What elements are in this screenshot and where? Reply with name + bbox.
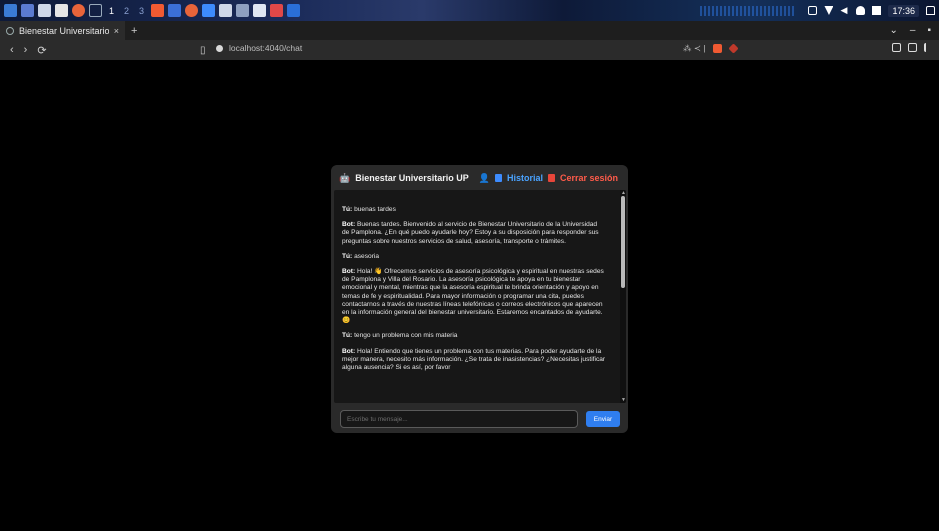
os-taskbar: 1 2 3 ◀ 17:36	[0, 0, 939, 21]
volume-icon[interactable]: ◀	[840, 6, 849, 15]
chat-card: 🤖 Bienestar Universitario UP 👤 Historial…	[331, 165, 628, 433]
wifi-icon[interactable]	[824, 6, 834, 15]
chat-scrollbar[interactable]: ▲ ▼	[620, 190, 626, 403]
send-button[interactable]: Enviar	[586, 411, 620, 427]
logout-link[interactable]: Cerrar sesión	[560, 173, 618, 183]
bookmark-icon[interactable]: ▯	[200, 45, 206, 56]
message-sender: Tú:	[342, 332, 353, 340]
chart-icon[interactable]	[202, 4, 216, 17]
docs-icon[interactable]	[168, 4, 182, 17]
chat-message: Tú: asesoria	[342, 253, 606, 261]
minimize-icon[interactable]: –	[910, 25, 916, 36]
chat-header: 🤖 Bienestar Universitario UP 👤 Historial…	[331, 165, 628, 191]
sidebar-icon[interactable]	[892, 43, 901, 52]
close-tab-icon[interactable]: ×	[114, 26, 119, 36]
tab-title: Bienestar Universitario	[19, 25, 109, 36]
message-sender: Tú:	[342, 206, 353, 213]
robot-icon: 🤖	[339, 172, 351, 183]
message-text: asesoria	[352, 252, 380, 260]
user-icon[interactable]: 👤	[474, 173, 490, 184]
back-icon[interactable]: ‹	[10, 44, 14, 57]
forward-icon[interactable]: ›	[24, 44, 28, 57]
favicon-icon	[6, 26, 14, 35]
calendar-icon[interactable]	[872, 6, 882, 15]
browser-tab-bar: Bienestar Universitario × + ⌄ – ▪	[0, 21, 939, 40]
start-icon[interactable]	[4, 4, 17, 17]
app-red-icon[interactable]	[270, 4, 284, 17]
battery-icon[interactable]	[808, 6, 818, 15]
app-grid-icon[interactable]	[21, 4, 34, 17]
chat-message: Tú: buenas tardes	[342, 206, 606, 214]
browser-address-bar: ‹ › ⟳ ▯ localhost:4040/chat ⁂ ≺ |	[0, 40, 939, 60]
firefox-icon-2[interactable]	[185, 4, 199, 17]
lock-icon[interactable]	[926, 6, 935, 15]
logout-book-icon[interactable]	[548, 174, 555, 182]
share-icon[interactable]: ⁂ ≺ |	[683, 43, 706, 54]
message-input[interactable]	[340, 410, 578, 428]
image-icon[interactable]	[219, 4, 233, 17]
pin-icon[interactable]: ▪	[927, 25, 931, 36]
workspace-1[interactable]: 1	[106, 6, 117, 16]
history-book-icon[interactable]	[494, 174, 502, 182]
history-link[interactable]: Historial	[507, 173, 543, 183]
rewards-icon[interactable]	[727, 43, 739, 54]
menu-icon[interactable]	[924, 43, 933, 52]
firefox-icon[interactable]	[72, 4, 85, 17]
url-text[interactable]: localhost:4040/chat	[229, 43, 302, 53]
url-field[interactable]: localhost:4040/chat	[216, 43, 302, 53]
chat-message: Tú: tengo un problema con mis materia	[342, 332, 606, 340]
folder-icon[interactable]	[38, 4, 51, 17]
chat-title: Bienestar Universitario UP	[355, 173, 469, 183]
message-sender: Bot:	[342, 347, 356, 355]
wallet-icon[interactable]	[908, 43, 917, 52]
brave-icon[interactable]	[151, 4, 165, 17]
message-text: buenas tardes	[352, 206, 396, 213]
message-sender: Tú:	[342, 252, 353, 260]
new-tab-button[interactable]: +	[125, 25, 137, 37]
workspace-2[interactable]: 2	[121, 6, 132, 16]
browser-tab-active[interactable]: Bienestar Universitario ×	[0, 21, 125, 40]
screenshot-icon[interactable]	[253, 4, 267, 17]
brave-shield-icon[interactable]	[712, 44, 722, 53]
message-text: tengo un problema con mis materia	[352, 332, 458, 340]
message-sender: Bot:	[342, 268, 356, 276]
tab-list-icon[interactable]: ⌄	[890, 25, 898, 36]
chat-message: Bot: Hola! Entiendo que tienes un proble…	[342, 348, 606, 373]
message-text: Buenas tardes. Bienvenido al servicio de…	[342, 221, 599, 245]
chat-log[interactable]: Tú: buenas tardes Bot: Buenas tardes. Bi…	[334, 190, 626, 403]
workspace-3[interactable]: 3	[136, 6, 147, 16]
clock[interactable]: 17:36	[888, 4, 919, 17]
reload-icon[interactable]: ⟳	[37, 44, 46, 57]
settings-icon[interactable]	[236, 4, 250, 17]
scrollbar-thumb[interactable]	[621, 196, 625, 288]
bell-icon[interactable]	[856, 6, 866, 15]
message-text: Hola! 👋 Ofrecemos servicios de asesoría …	[342, 268, 604, 325]
file-icon[interactable]	[55, 4, 68, 17]
terminal-icon[interactable]	[89, 4, 102, 17]
chat-message: Bot: Buenas tardes. Bienvenido al servic…	[342, 221, 606, 246]
message-sender: Bot:	[342, 221, 356, 229]
chat-message: Bot: Hola! 👋 Ofrecemos servicios de ases…	[342, 268, 606, 325]
message-text: Hola! Entiendo que tienes un problema co…	[342, 347, 606, 372]
audio-visualizer	[700, 6, 796, 16]
scroll-down-icon[interactable]: ▼	[621, 397, 626, 403]
chat-input-row: Enviar	[340, 410, 625, 428]
vscode-icon[interactable]	[287, 4, 301, 17]
site-info-icon[interactable]	[216, 44, 223, 52]
